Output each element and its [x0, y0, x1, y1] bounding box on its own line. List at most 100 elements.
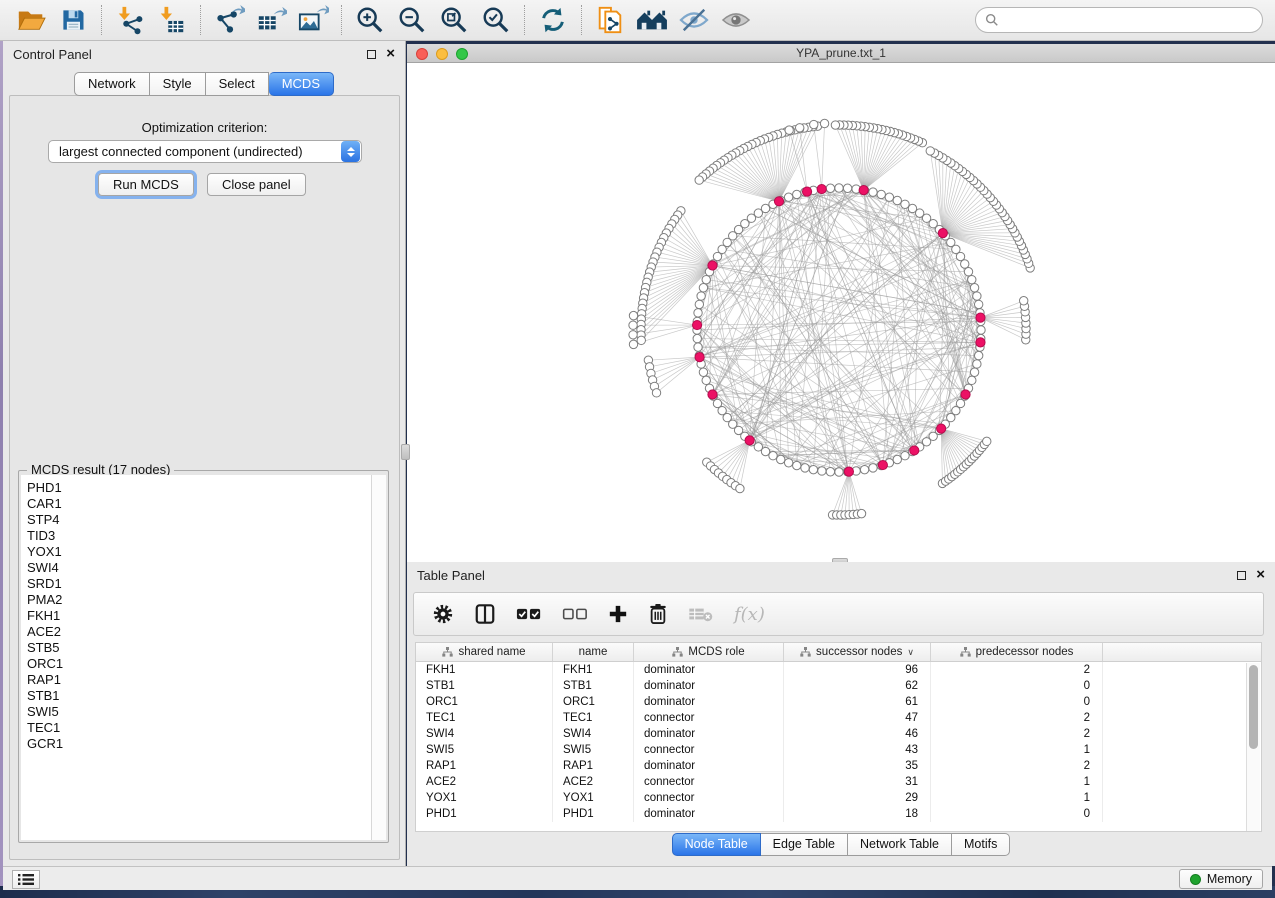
- network-canvas[interactable]: [407, 63, 1273, 561]
- column-header-name[interactable]: name: [553, 643, 634, 661]
- export-image-icon[interactable]: [296, 4, 330, 36]
- criterion-select[interactable]: largest connected component (undirected): [48, 140, 362, 163]
- mcds-result-item[interactable]: STP4: [27, 512, 373, 528]
- table-settings-gear-icon[interactable]: [432, 603, 454, 625]
- mcds-result-item[interactable]: ORC1: [27, 656, 373, 672]
- hide-selected-eye-slash-icon[interactable]: [677, 4, 711, 36]
- column-header-successor-nodes[interactable]: successor nodes ∨: [784, 643, 931, 661]
- tab-mcds[interactable]: MCDS: [269, 72, 334, 96]
- table-cell: 1: [931, 774, 1103, 790]
- export-network-icon[interactable]: [212, 4, 246, 36]
- mcds-result-item[interactable]: TID3: [27, 528, 373, 544]
- mcds-result-item[interactable]: STB5: [27, 640, 373, 656]
- table-row[interactable]: ORC1ORC1dominator610: [416, 694, 1261, 710]
- table-cell: [1103, 662, 1261, 678]
- toolbar-separator: [524, 5, 525, 35]
- mcds-result-item[interactable]: PHD1: [27, 480, 373, 496]
- import-table-icon[interactable]: [155, 4, 189, 36]
- mcds-result-list[interactable]: PHD1CAR1STP4TID3YOX1SWI4SRD1PMA2FKH1ACE2…: [21, 475, 373, 840]
- network-window-titlebar[interactable]: YPA_prune.txt_1: [407, 44, 1275, 63]
- mcds-result-item[interactable]: YOX1: [27, 544, 373, 560]
- table-cell: [1103, 694, 1261, 710]
- close-panel-button[interactable]: Close panel: [207, 173, 306, 196]
- save-session-icon[interactable]: [56, 4, 90, 36]
- minimize-window-icon[interactable]: [436, 48, 448, 60]
- select-all-rows-icon[interactable]: [516, 606, 542, 622]
- mcds-result-item[interactable]: STB1: [27, 688, 373, 704]
- export-table-icon[interactable]: [254, 4, 288, 36]
- table-row[interactable]: SWI5SWI5connector431: [416, 742, 1261, 758]
- table-body: FKH1FKH1dominator962STB1STB1dominator620…: [416, 662, 1261, 822]
- search-input[interactable]: [1005, 13, 1262, 27]
- table-scrollbar-thumb[interactable]: [1249, 665, 1258, 749]
- mcds-result-item[interactable]: RAP1: [27, 672, 373, 688]
- delete-column-trash-icon[interactable]: [648, 603, 668, 625]
- tab-network[interactable]: Network: [74, 72, 150, 96]
- import-network-icon[interactable]: [113, 4, 147, 36]
- close-window-icon[interactable]: [416, 48, 428, 60]
- table-row[interactable]: PHD1PHD1dominator180: [416, 806, 1261, 822]
- table-cell: SWI5: [553, 742, 634, 758]
- memory-button[interactable]: Memory: [1179, 869, 1263, 889]
- zoom-out-icon[interactable]: [395, 4, 429, 36]
- close-panel-icon[interactable]: ×: [386, 49, 395, 59]
- mcds-result-item[interactable]: FKH1: [27, 608, 373, 624]
- maximize-window-icon[interactable]: [456, 48, 468, 60]
- toolbar-separator: [200, 5, 201, 35]
- tab-motifs[interactable]: Motifs: [952, 833, 1010, 856]
- duplicate-network-icon[interactable]: [593, 4, 627, 36]
- table-row[interactable]: STB1STB1dominator620: [416, 678, 1261, 694]
- add-column-plus-icon[interactable]: [608, 604, 628, 624]
- tab-style[interactable]: Style: [150, 72, 206, 96]
- table-cell: RAP1: [416, 758, 553, 774]
- table-cell: 1: [931, 790, 1103, 806]
- mcds-result-item[interactable]: SWI4: [27, 560, 373, 576]
- table-cell: SWI5: [416, 742, 553, 758]
- table-cell: connector: [634, 774, 784, 790]
- open-session-icon[interactable]: [14, 4, 48, 36]
- tab-select[interactable]: Select: [206, 72, 269, 96]
- table-vertical-scrollbar[interactable]: [1246, 663, 1260, 831]
- tab-network-table[interactable]: Network Table: [848, 833, 952, 856]
- table-row[interactable]: RAP1RAP1dominator352: [416, 758, 1261, 774]
- mcds-result-item[interactable]: SRD1: [27, 576, 373, 592]
- column-header-filler: [1103, 643, 1261, 661]
- task-history-button[interactable]: [12, 870, 40, 889]
- refresh-icon[interactable]: [536, 4, 570, 36]
- column-header-predecessor-nodes[interactable]: predecessor nodes: [931, 643, 1103, 661]
- mcds-result-item[interactable]: GCR1: [27, 736, 373, 752]
- table-row[interactable]: FKH1FKH1dominator962: [416, 662, 1261, 678]
- houses-icon[interactable]: [635, 4, 669, 36]
- zoom-fit-icon[interactable]: [437, 4, 471, 36]
- column-layout-icon[interactable]: [474, 603, 496, 625]
- mcds-result-item[interactable]: ACE2: [27, 624, 373, 640]
- table-row[interactable]: YOX1YOX1connector291: [416, 790, 1261, 806]
- zoom-in-icon[interactable]: [353, 4, 387, 36]
- table-row[interactable]: TEC1TEC1connector472: [416, 710, 1261, 726]
- mcds-result-item[interactable]: CAR1: [27, 496, 373, 512]
- float-panel-icon[interactable]: [1237, 571, 1246, 580]
- tab-node-table[interactable]: Node Table: [672, 833, 761, 856]
- deselect-all-rows-icon[interactable]: [562, 606, 588, 622]
- mcds-result-item[interactable]: TEC1: [27, 720, 373, 736]
- close-panel-icon[interactable]: ×: [1256, 570, 1265, 580]
- zoom-selected-icon[interactable]: [479, 4, 513, 36]
- sort-descending-icon: ∨: [907, 647, 914, 658]
- table-cell: connector: [634, 742, 784, 758]
- table-row[interactable]: SWI4SWI4dominator462: [416, 726, 1261, 742]
- search-box[interactable]: [975, 7, 1263, 33]
- mcds-result-item[interactable]: SWI5: [27, 704, 373, 720]
- tab-edge-table[interactable]: Edge Table: [761, 833, 848, 856]
- show-all-eye-icon[interactable]: [719, 4, 753, 36]
- run-mcds-button[interactable]: Run MCDS: [98, 173, 194, 196]
- float-panel-icon[interactable]: [367, 50, 376, 59]
- column-header-mcds-role[interactable]: MCDS role: [634, 643, 784, 661]
- vertical-splitter-grip[interactable]: [401, 444, 410, 460]
- column-header-shared-name[interactable]: shared name: [416, 643, 553, 661]
- mcds-result-scrollbar[interactable]: [371, 475, 386, 840]
- criterion-selected-value: largest connected component (undirected): [49, 144, 341, 159]
- shared-column-icon: [960, 647, 971, 657]
- mcds-result-item[interactable]: PMA2: [27, 592, 373, 608]
- table-cell: 18: [784, 806, 931, 822]
- table-row[interactable]: ACE2ACE2connector311: [416, 774, 1261, 790]
